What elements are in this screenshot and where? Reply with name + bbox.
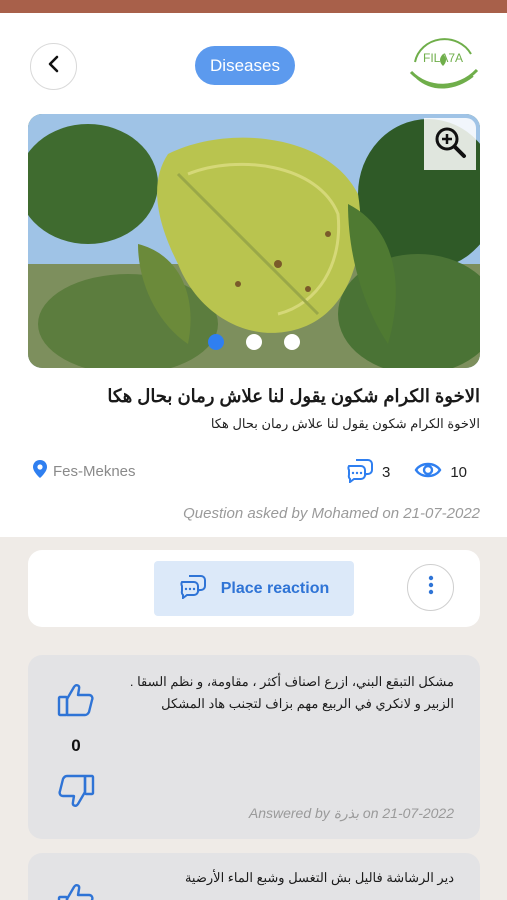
location-label: Fes-Meknes: [53, 462, 136, 480]
place-reaction-label: Place reaction: [220, 579, 330, 597]
app-logo: FILA7A: [403, 32, 483, 96]
question-asked-line: Question asked by Mohamed on 21-07-2022: [183, 505, 480, 522]
post-image: [28, 114, 480, 368]
carousel-dot-1[interactable]: [208, 334, 224, 350]
answered-by-line: Answered by بذرة on 21-07-2022: [248, 805, 454, 821]
zoom-button[interactable]: [424, 118, 476, 170]
back-button[interactable]: [30, 43, 77, 90]
post-title: الاخوة الكرام شكون يقول لنا علاش رمان بح…: [107, 386, 480, 406]
carousel-dot-2[interactable]: [246, 334, 262, 350]
chat-bubbles-icon: [179, 573, 207, 604]
post-stats: 3 10: [346, 457, 467, 487]
answer-text: مشكل التبقع البني، ازرع اصناف أكثر ، مقا…: [129, 674, 454, 711]
thumbs-up-icon[interactable]: [57, 883, 95, 900]
chevron-left-icon: [45, 55, 63, 78]
answer-card: دير الرشاشة فاليل بش التغسل وشبع الماء ا…: [28, 853, 480, 900]
thumbs-down-icon[interactable]: [57, 774, 95, 813]
place-reaction-button[interactable]: Place reaction: [154, 561, 354, 616]
category-badge[interactable]: Diseases: [195, 46, 295, 85]
vote-controls: [54, 883, 98, 900]
post-image-carousel[interactable]: [28, 114, 480, 368]
top-status-bar: [0, 0, 507, 13]
carousel-dot-3[interactable]: [284, 334, 300, 350]
post-subtitle: الاخوة الكرام شكون يقول لنا علاش رمان بح…: [210, 416, 480, 431]
location: Fes-Meknes: [33, 460, 136, 482]
comments-stat[interactable]: 3: [346, 457, 390, 487]
views-stat: 10: [414, 460, 467, 484]
vote-controls: 0: [54, 683, 98, 813]
zoom-in-icon: [433, 125, 467, 164]
reaction-card: Place reaction: [28, 550, 480, 627]
comment-icon: [346, 457, 374, 487]
more-options-button[interactable]: [407, 564, 454, 611]
vote-count: 0: [71, 736, 81, 755]
comments-count: 3: [381, 463, 391, 481]
views-count: 10: [450, 463, 467, 481]
logo-text: FILA7A: [423, 51, 463, 65]
answer-card: 0 مشكل التبقع البني، ازرع اصناف أكثر ، م…: [28, 655, 480, 839]
carousel-dots: [28, 334, 480, 350]
thumbs-up-icon[interactable]: [57, 683, 95, 722]
more-vertical-icon: [428, 575, 434, 600]
eye-icon: [414, 460, 442, 484]
map-pin-icon: [33, 460, 47, 482]
answer-text: دير الرشاشة فاليل بش التغسل وشبع الماء ا…: [184, 870, 454, 885]
